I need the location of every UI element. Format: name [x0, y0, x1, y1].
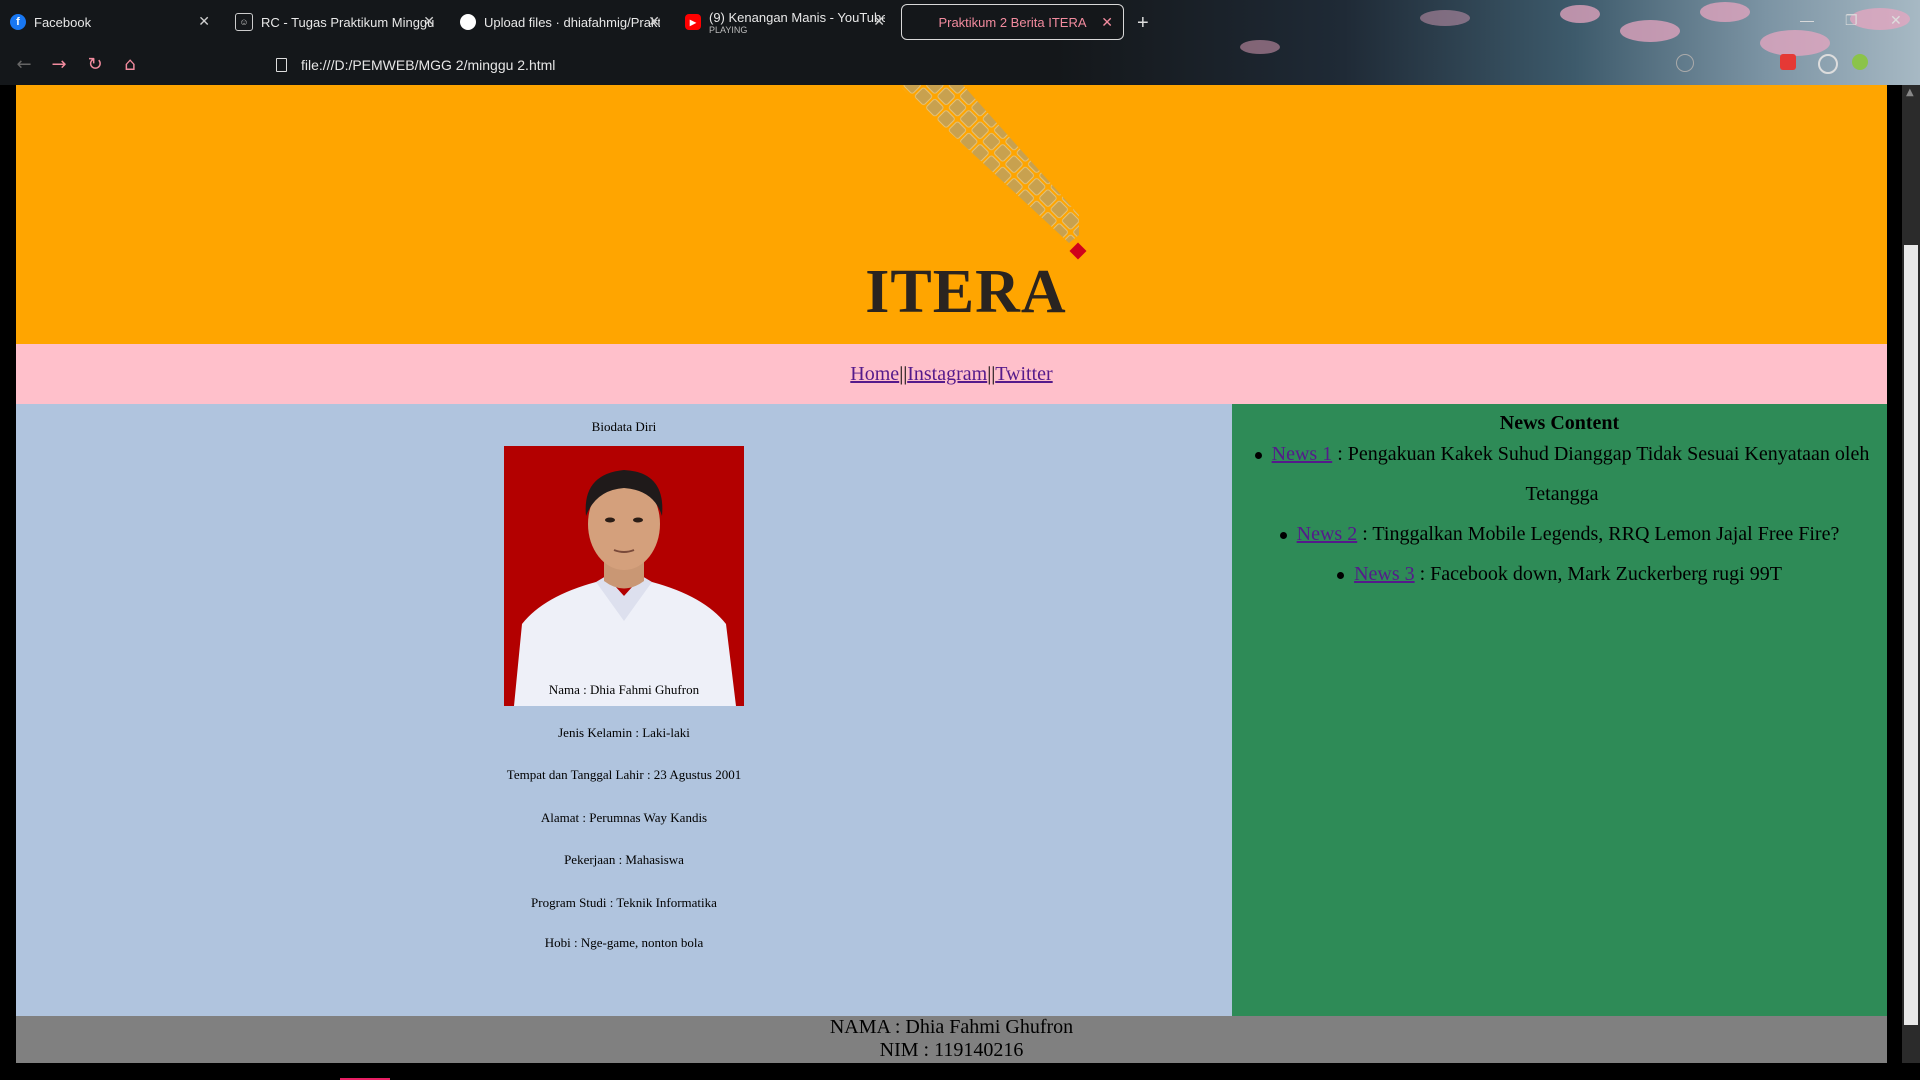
news-link-2[interactable]: News 2: [1297, 523, 1358, 545]
tab-classroom[interactable]: ☺ RC - Tugas Praktikum Minggu 2 ✕: [225, 4, 445, 40]
profile-photo-image: [504, 446, 744, 706]
tab-title-wrap: (9) Kenangan Manis - YouTube PLAYING: [709, 10, 885, 35]
menu-separator: ||: [899, 363, 908, 385]
profile-icon[interactable]: [1852, 54, 1868, 70]
menu-link-home[interactable]: Home: [850, 363, 899, 385]
footer-nim: NIM : 119140216: [879, 1039, 1024, 1061]
address-bar[interactable]: file:///D:/PEMWEB/MGG 2/minggu 2.html: [276, 54, 1656, 76]
bio-hobby: Hobi : Nge-game, nonton bola: [544, 935, 704, 950]
news-section: News Content News 1 : Pengakuan Kakek Su…: [1232, 404, 1887, 1016]
news-item: News 3 : Facebook down, Mark Zuckerberg …: [1232, 554, 1887, 594]
bio-job: Pekerjaan : Mahasiswa: [564, 852, 684, 867]
footer-name: NAMA : Dhia Fahmi Ghufron: [829, 1016, 1074, 1038]
bio-address: Alamat : Perumnas Way Kandis: [540, 810, 708, 825]
menu-link-instagram[interactable]: Instagram: [907, 363, 987, 385]
news-text-continued: Tetangga: [1525, 483, 1599, 505]
taskbar-strip: [0, 1063, 1920, 1080]
footer: NAMA : Dhia Fahmi Ghufron NIM : 11914021…: [16, 1016, 1887, 1063]
vertical-scrollbar[interactable]: ▲: [1902, 85, 1920, 1063]
tab-youtube[interactable]: ▶ (9) Kenangan Manis - YouTube PLAYING ✕: [675, 4, 895, 40]
itera-logo: ITERA: [836, 85, 1096, 326]
forward-button[interactable]: →: [47, 52, 71, 76]
home-button[interactable]: ⌂: [118, 52, 142, 76]
back-button[interactable]: ←: [12, 52, 36, 76]
nav-menu: Home||Instagram||Twitter: [16, 344, 1887, 404]
close-icon[interactable]: ✕: [423, 13, 435, 30]
bio-study-program: Program Studi : Teknik Informatika: [531, 895, 717, 910]
classroom-icon: ☺: [235, 13, 253, 31]
bullet-icon: [1254, 451, 1262, 459]
biodata-section: Biodata Diri Nama : Dhia Fahmi Ghufron J…: [16, 404, 1232, 1016]
page-content: ITERA Home||Instagram||Twitter Biodata D…: [16, 85, 1887, 1063]
menu-link-twitter[interactable]: Twitter: [995, 363, 1052, 385]
extension-icon[interactable]: [1780, 54, 1796, 70]
file-icon: [276, 58, 287, 72]
close-window-button[interactable]: ✕: [1890, 12, 1902, 29]
profile-photo: [504, 446, 744, 706]
close-icon[interactable]: ✕: [1101, 14, 1113, 31]
scrollbar-thumb[interactable]: [1904, 245, 1918, 1025]
bullet-icon: [1279, 531, 1287, 539]
minimize-button[interactable]: —: [1800, 12, 1814, 28]
tab-title: Facebook: [34, 14, 92, 30]
tab-title: Upload files · dhiafahmig/Prakt: [484, 14, 660, 30]
reload-button[interactable]: ↻: [83, 52, 107, 76]
news-item: News 2 : Tinggalkan Mobile Legends, RRQ …: [1232, 514, 1887, 554]
bio-name: Nama : Dhia Fahmi Ghufron: [548, 682, 700, 697]
news-heading: News Content: [1499, 412, 1620, 434]
youtube-icon: ▶: [685, 14, 701, 30]
tab-title: Praktikum 2 Berita ITERA: [938, 14, 1087, 30]
shield-icon[interactable]: [1676, 54, 1694, 72]
tab-github[interactable]: Upload files · dhiafahmig/Prakt ✕: [450, 4, 670, 40]
restore-button[interactable]: ❐: [1845, 12, 1858, 29]
close-icon[interactable]: ✕: [198, 13, 210, 30]
news-text: : Facebook down, Mark Zuckerberg rugi 99…: [1414, 563, 1782, 585]
news-link-1[interactable]: News 1: [1272, 443, 1333, 465]
bullet-icon: [1337, 571, 1345, 579]
tab-title: (9) Kenangan Manis - YouTube: [709, 9, 885, 25]
github-icon: [460, 14, 476, 30]
close-icon[interactable]: ✕: [648, 13, 660, 30]
close-icon[interactable]: ✕: [873, 13, 885, 30]
biodata-title: Biodata Diri: [591, 419, 657, 434]
bio-gender: Jenis Kelamin : Laki-laki: [558, 725, 690, 740]
tab-facebook[interactable]: f Facebook ✕: [0, 4, 220, 40]
menu-separator: ||: [987, 363, 996, 385]
bio-birth: Tempat dan Tanggal Lahir : 23 Agustus 20…: [506, 767, 742, 782]
news-text: : Tinggalkan Mobile Legends, RRQ Lemon J…: [1357, 523, 1840, 545]
logo-text: ITERA: [865, 258, 1067, 326]
facebook-icon: f: [10, 14, 26, 30]
header-banner: ITERA: [16, 85, 1887, 344]
news-link-3[interactable]: News 3: [1354, 563, 1415, 585]
news-text: : Pengakuan Kakek Suhud Dianggap Tidak S…: [1332, 443, 1870, 465]
new-tab-button[interactable]: +: [1137, 12, 1149, 35]
tab-active-itera[interactable]: Praktikum 2 Berita ITERA ✕: [901, 4, 1124, 40]
navigation-bar: ← → ↻ ⌂ file:///D:/PEMWEB/MGG 2/minggu 2…: [0, 44, 1920, 85]
browser-chrome: f Facebook ✕ ☺ RC - Tugas Praktikum Ming…: [0, 0, 1920, 85]
itera-logo-mark: [899, 85, 1087, 260]
news-item: News 1 : Pengakuan Kakek Suhud Dianggap …: [1244, 434, 1880, 514]
tab-title: RC - Tugas Praktikum Minggu 2: [261, 14, 435, 30]
tab-strip: f Facebook ✕ ☺ RC - Tugas Praktikum Ming…: [0, 0, 1920, 44]
tab-playing-label: PLAYING: [709, 24, 748, 35]
sync-icon[interactable]: [1818, 54, 1838, 74]
scroll-up-icon[interactable]: ▲: [1906, 87, 1914, 98]
url-text: file:///D:/PEMWEB/MGG 2/minggu 2.html: [301, 57, 556, 73]
